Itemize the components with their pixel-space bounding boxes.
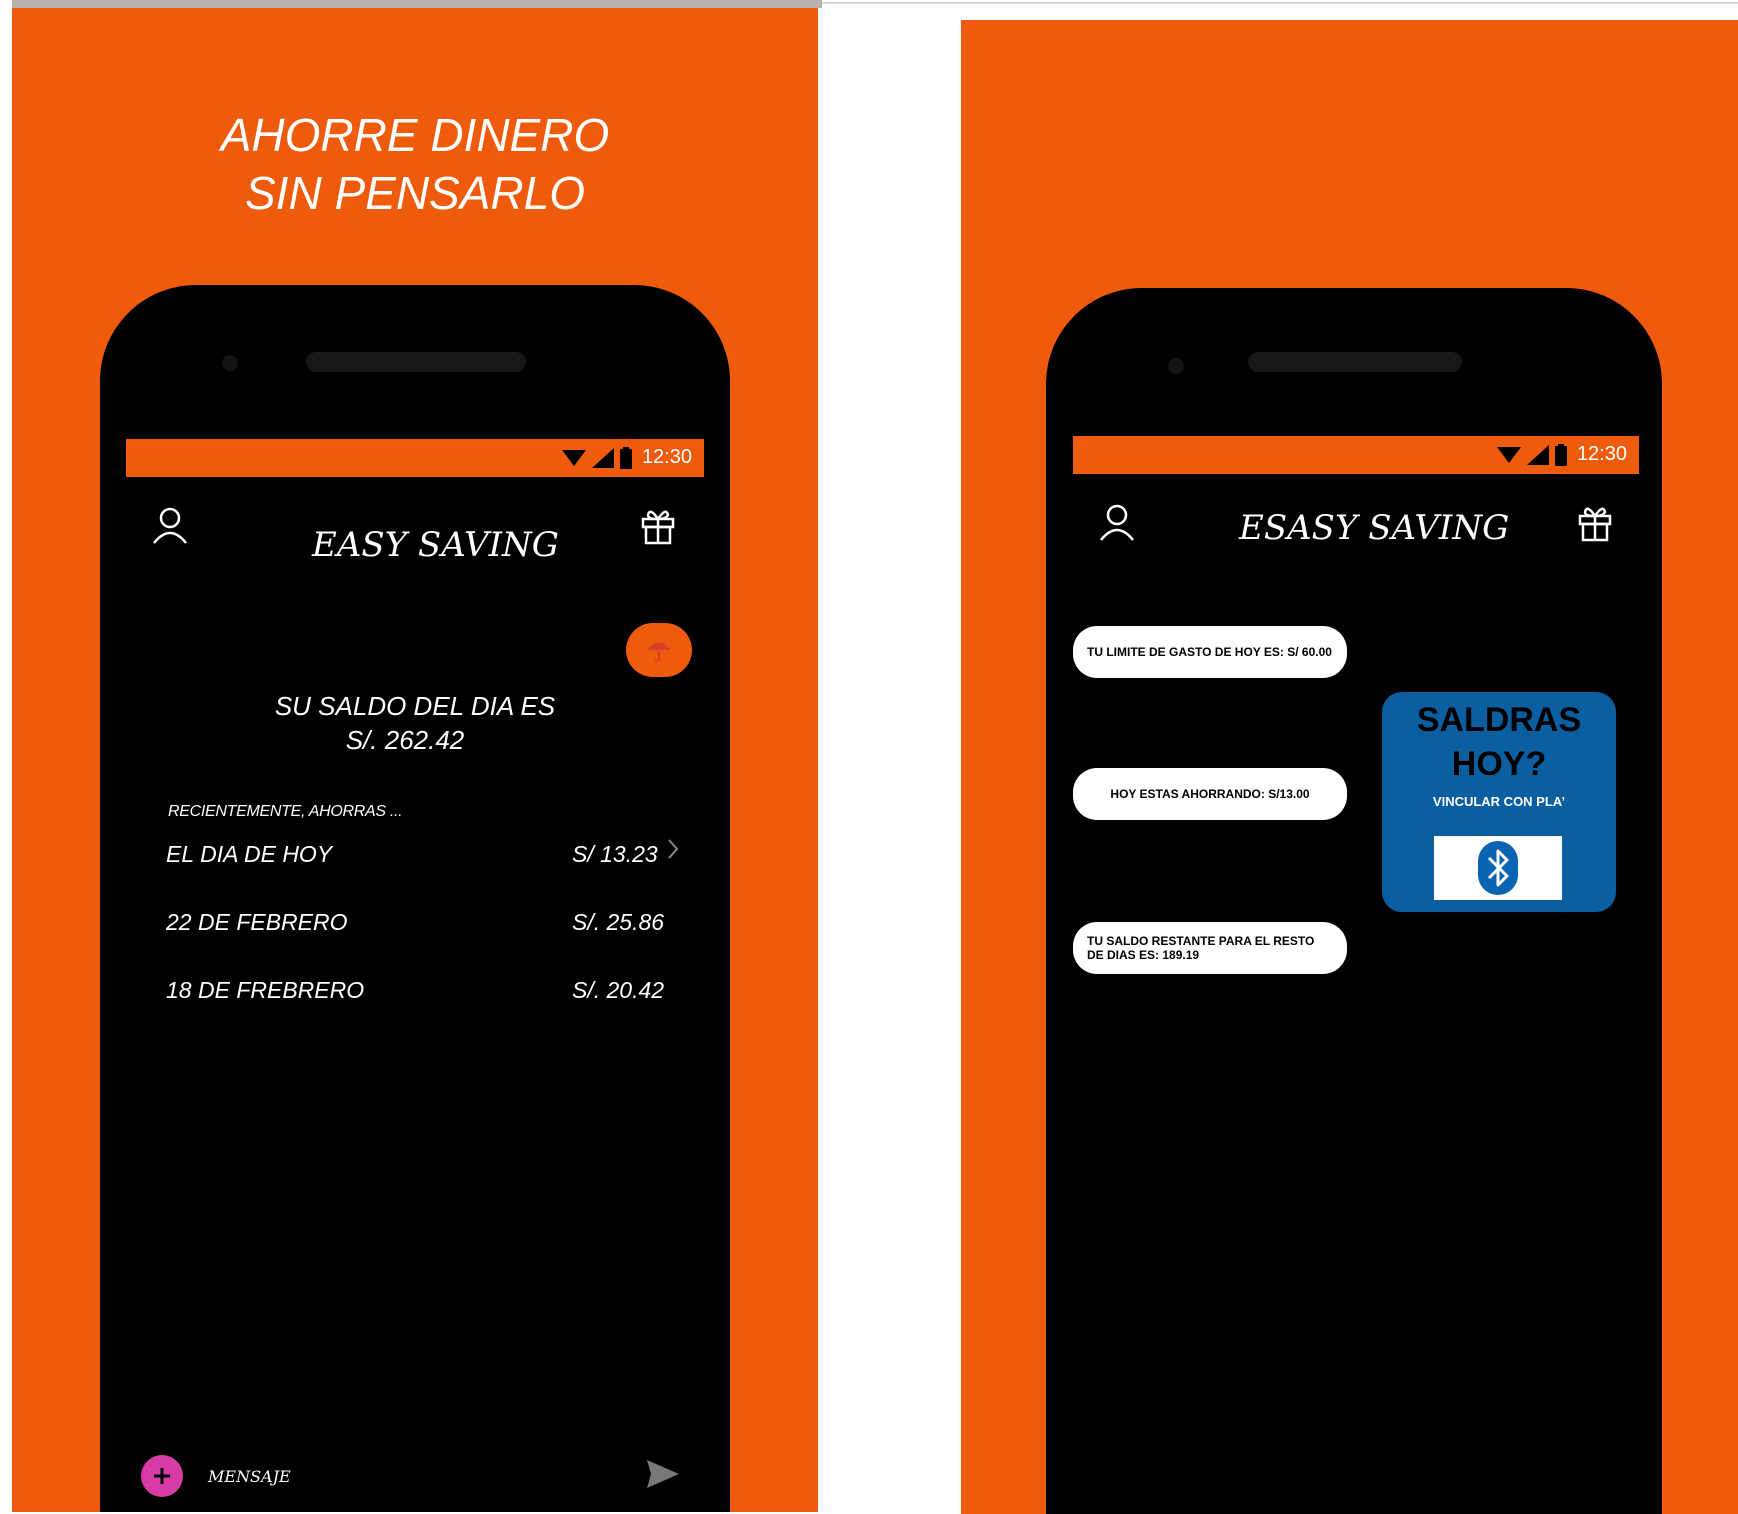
card-title-line-2: HOY? [1451, 745, 1547, 783]
send-icon[interactable] [646, 1459, 680, 1494]
balance-text: SU SALDO DEL DIA ES S/. 262.42 [126, 689, 704, 757]
phone-screen: 12:30 EASY SAVING SU SALDO DEL DIA ES S/… [126, 439, 704, 1512]
front-camera [1168, 358, 1184, 374]
card-title-line-1: SALDRAS [1416, 701, 1582, 739]
signal-icon [1526, 444, 1549, 465]
status-time: 12:30 [1576, 443, 1627, 465]
balance-amount: S/. 262.42 [345, 725, 465, 755]
umbrella-icon [647, 642, 671, 662]
savings-row-amount: S/ 13.23 [572, 841, 658, 867]
app-title: EASY SAVING [312, 525, 559, 565]
battery-icon [1554, 443, 1567, 466]
wifi-icon [561, 449, 586, 466]
add-button[interactable] [141, 1455, 183, 1497]
card-subtitle: VINCULAR CON PLA’ [1432, 794, 1566, 809]
profile-icon[interactable] [1097, 502, 1137, 547]
app-title: ESASY SAVING [1239, 508, 1510, 548]
spending-limit-bubble: TU LIMITE DE GASTO DE HOY ES: S/ 60.00 [1073, 626, 1347, 678]
phone-screen: 12:30 ESASY SAVING TU LIMITE DE GASTO DE… [1073, 436, 1639, 1514]
promo-panel-right: 12:30 ESASY SAVING TU LIMITE DE GASTO DE… [961, 20, 1738, 1514]
wifi-icon [1496, 446, 1521, 463]
earpiece-speaker [1248, 352, 1462, 372]
status-bar: 12:30 [1073, 436, 1639, 474]
phone-frame: 12:30 EASY SAVING SU SALDO DEL DIA ES S/… [100, 285, 730, 1512]
tagline-line-2: SIN PENSARLO [245, 167, 585, 219]
plus-icon [154, 1468, 170, 1484]
front-camera [222, 355, 238, 371]
status-time: 12:30 [641, 446, 692, 468]
bluetooth-icon [1478, 841, 1518, 895]
earpiece-speaker [306, 352, 526, 372]
status-bar: 12:30 [126, 439, 704, 477]
battery-icon [619, 446, 632, 469]
tagline-line-1: AHORRE DINERO [220, 109, 610, 161]
recent-savings-label: RECIENTEMENTE, AHORRAS ... [168, 803, 403, 820]
savings-row-amount: S/. 20.42 [572, 977, 665, 1003]
phone-frame: 12:30 ESASY SAVING TU LIMITE DE GASTO DE… [1046, 288, 1662, 1514]
gift-icon[interactable] [640, 505, 676, 550]
savings-row-label[interactable]: 18 DE FREBRERO [166, 977, 364, 1004]
chevron-right-icon[interactable] [666, 837, 680, 866]
savings-row-label[interactable]: EL DIA DE HOY [166, 841, 332, 868]
window-top-edge-right [822, 2, 1738, 4]
savings-row-amount: S/. 25.86 [572, 909, 665, 935]
promo-panel-left: AHORRE DINERO SIN PENSARLO 12:30 EASY SA… [12, 8, 818, 1512]
bluetooth-button[interactable] [1434, 836, 1562, 900]
window-top-edge [12, 0, 822, 8]
profile-icon[interactable] [150, 505, 190, 550]
signal-icon [591, 447, 614, 468]
bluetooth-link-card[interactable]: SALDRAS HOY? VINCULAR CON PLA’ [1382, 692, 1616, 912]
gift-icon[interactable] [1577, 502, 1613, 547]
savings-row-label[interactable]: 22 DE FEBRERO [166, 909, 348, 936]
tagline: AHORRE DINERO SIN PENSARLO [12, 106, 818, 222]
message-input[interactable]: MENSAJE [208, 1467, 291, 1486]
umbrella-button[interactable] [626, 623, 692, 677]
saving-today-bubble: HOY ESTAS AHORRANDO: S/13.00 [1073, 768, 1347, 820]
remaining-balance-bubble: TU SALDO RESTANTE PARA EL RESTO DE DIAS … [1073, 922, 1347, 974]
balance-line-1: SU SALDO DEL DIA ES [274, 691, 556, 721]
